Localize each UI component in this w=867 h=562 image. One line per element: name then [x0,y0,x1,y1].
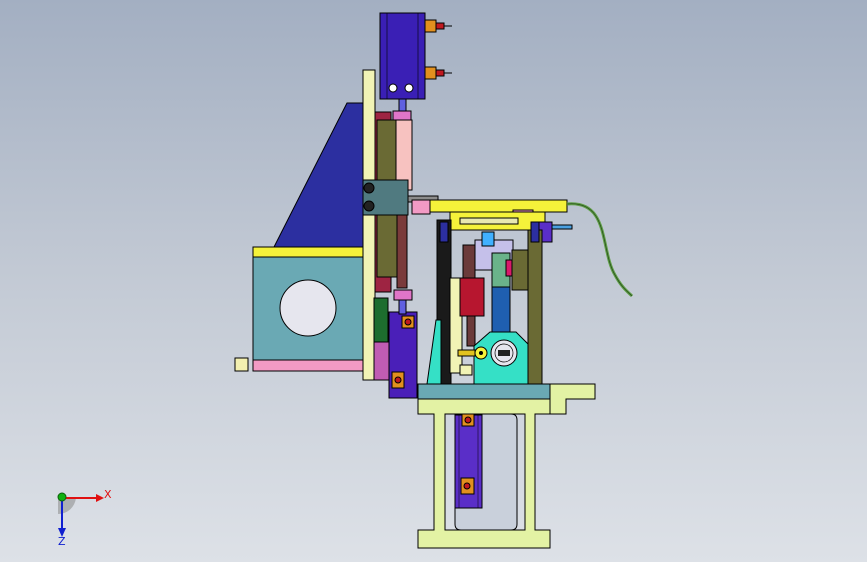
frame-column-right [527,229,543,386]
small-key-block [234,357,249,372]
lower-green-block [373,297,389,343]
lower-rod-coupler [393,289,413,301]
y-axis-icon [57,492,67,502]
cylinder-bolt-left [388,83,398,93]
lower-rod [398,299,407,315]
inner-brown-post [462,244,476,281]
slide-olive-upper [376,119,398,181]
slider-lever [551,224,573,230]
yellow-knob-stem [457,349,476,357]
inner-red-block [459,277,485,317]
clamp-screw-2 [363,200,375,212]
cylinder-bolt-right [404,83,414,93]
pale-small-block [459,364,473,376]
slider-rail [459,217,519,225]
bed-right-step [549,383,596,415]
top-yellow-bar [427,199,568,213]
inner-blue-column [491,286,511,336]
lower-air-fitting-1 [401,315,415,329]
top-pink-block-left [411,199,431,215]
gusset-yellow-strip [252,246,365,258]
bearing-bore [279,279,337,337]
vertical-plate [362,69,376,381]
air-fitting-mid [424,66,452,80]
cad-viewport[interactable]: X Z [0,0,867,562]
housing-pink-base [252,359,365,372]
axis-triad: X Z [57,488,112,548]
lower-air-fitting-2 [391,371,405,389]
air-hose [566,202,634,298]
x-axis-label: X [104,488,112,501]
inner-brown-stem [466,315,476,347]
angled-gusset [273,102,365,248]
clamp-screw-1 [363,182,375,194]
pedestal-air-fitting-bottom [460,477,475,495]
frame-inner-blue-left [439,221,449,243]
left-lean-plate [426,319,442,385]
air-fitting-top [424,19,452,33]
inner-olive-post [511,249,529,291]
bed-teal-plate [417,383,551,400]
z-axis-label: Z [58,535,66,548]
slide-olive-lower [376,214,398,278]
assembly-drawing: X Z [57,12,634,549]
frame-inner-blue-right [530,221,540,243]
rod-coupler [392,110,412,121]
pedestal-air-fitting-top [461,413,475,427]
lower-purple-plate [373,341,390,381]
inner-cyan-fitting [481,231,495,247]
